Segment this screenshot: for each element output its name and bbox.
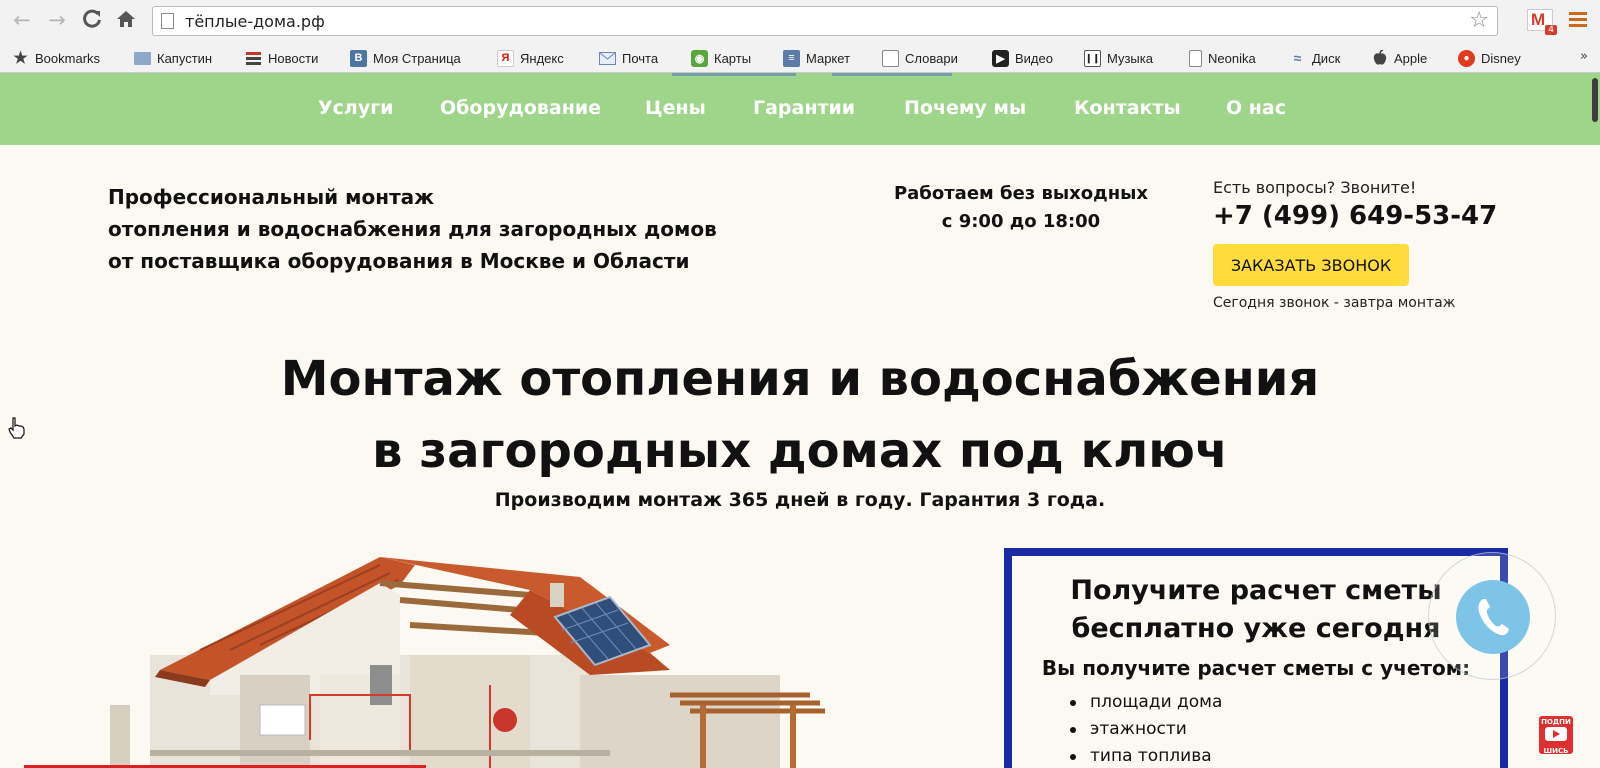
nav-tseny[interactable]: Цены: [645, 97, 706, 119]
estimate-criteria-list: площади дома этажности типа топлива: [1070, 689, 1222, 768]
call-widget-button[interactable]: [1428, 552, 1556, 680]
list-item: типа топлива: [1070, 743, 1222, 768]
page-icon: [1189, 49, 1202, 67]
bookmarks-bar: ★ Bookmarks Капустин Новости B Моя Стран…: [0, 42, 1600, 73]
nav-uslugi[interactable]: Услуги: [318, 97, 393, 119]
page-icon: [161, 13, 174, 29]
contact-question: Есть вопросы? Звоните!: [1213, 178, 1417, 197]
phone-icon: [1456, 580, 1530, 654]
bookmark-disney[interactable]: ● Disney: [1458, 48, 1521, 68]
mail-icon: [599, 50, 616, 67]
bookmark-bookmarks[interactable]: ★ Bookmarks: [12, 48, 100, 68]
gmail-unread-badge: 4: [1545, 25, 1557, 35]
bookmark-video[interactable]: ▶ Видео: [992, 48, 1053, 68]
folder-icon: [134, 51, 151, 65]
house-cutaway-illustration: [110, 555, 830, 768]
market-icon: ≡: [783, 49, 800, 67]
bookmark-slovari[interactable]: Словари: [882, 48, 958, 68]
bookmarks-overflow-chevron-icon[interactable]: »: [1580, 49, 1588, 64]
browser-menu-icon[interactable]: [1569, 12, 1587, 28]
bookmark-apple[interactable]: Apple: [1371, 48, 1427, 68]
callback-note: Сегодня звонок - завтра монтаж: [1213, 295, 1456, 311]
nav-indicator: [832, 73, 952, 76]
bookmark-novosti[interactable]: Новости: [245, 48, 318, 68]
bookmark-my-page[interactable]: B Моя Страница: [350, 48, 461, 68]
scrollbar-thumb[interactable]: [1592, 78, 1598, 122]
estimate-form: Получите расчет сметы бесплатно уже сего…: [1004, 548, 1508, 768]
estimate-lead: Вы получите расчет сметы с учетом:: [1041, 656, 1471, 680]
home-icon[interactable]: [114, 8, 138, 32]
browser-toolbar: ← → тёплые-дома.рф ☆ M 4: [0, 0, 1600, 42]
nav-garantii[interactable]: Гарантии: [753, 97, 855, 119]
dictionary-icon: [882, 49, 899, 67]
subscribe-badge[interactable]: ПОДПИ ШИСЬ: [1539, 716, 1573, 755]
bookmark-disk[interactable]: ≈ Диск: [1289, 48, 1341, 68]
site-nav: Услуги Оборудование Цены Гарантии Почему…: [0, 73, 1600, 145]
list-item: площади дома: [1070, 689, 1222, 716]
hero-title: Монтаж отопления и водоснабжения в загор…: [280, 351, 1320, 479]
bookmark-pochta[interactable]: Почта: [599, 48, 658, 68]
bookmark-market[interactable]: ≡ Маркет: [783, 48, 850, 68]
video-icon: ▶: [992, 49, 1009, 67]
apple-icon: [1371, 50, 1388, 67]
hand-cursor-icon: [8, 417, 26, 439]
order-callback-button[interactable]: ЗАКАЗАТЬ ЗВОНОК: [1213, 244, 1409, 286]
forward-arrow-icon[interactable]: →: [45, 8, 69, 32]
vk-icon: B: [350, 49, 367, 67]
nav-indicator: [672, 73, 796, 76]
maps-icon: ◉: [691, 49, 708, 67]
bookmark-yandex[interactable]: Я Яндекс: [497, 48, 564, 68]
contact-block: Есть вопросы? Звоните! +7 (499) 649-53-4…: [1213, 178, 1497, 231]
bookmark-muzyka[interactable]: ❙❙ Музыка: [1084, 48, 1153, 68]
disk-icon: ≈: [1293, 50, 1302, 66]
youtube-play-icon: [1545, 727, 1567, 741]
estimate-title: Получите расчет сметы бесплатно уже сего…: [1070, 575, 1442, 644]
nav-oborudovanie[interactable]: Оборудование: [440, 97, 601, 119]
gmail-icon[interactable]: M 4: [1527, 9, 1557, 35]
address-url[interactable]: тёплые-дома.рф: [185, 12, 325, 31]
reload-icon[interactable]: [80, 8, 104, 32]
nav-kontakty[interactable]: Контакты: [1074, 97, 1181, 119]
company-tagline: Профессиональный монтаж отопления и водо…: [108, 185, 717, 273]
bookmark-kapustin[interactable]: Капустин: [134, 48, 212, 68]
music-icon: ❙❙: [1084, 49, 1101, 67]
phone-number[interactable]: +7 (499) 649-53-47: [1213, 201, 1497, 231]
yandex-icon: Я: [497, 49, 514, 67]
disney-icon: ●: [1458, 49, 1475, 67]
bookmark-karty[interactable]: ◉ Карты: [691, 48, 751, 68]
list-item: этажности: [1070, 716, 1222, 743]
star-icon: ★: [13, 50, 28, 67]
working-hours: Работаем без выходных с 9:00 до 18:00: [893, 183, 1149, 232]
news-icon: [245, 50, 262, 67]
bookmark-neonika[interactable]: Neonika: [1189, 48, 1256, 68]
back-arrow-icon[interactable]: ←: [10, 8, 34, 32]
hero-subtitle: Производим монтаж 365 дней в году. Гаран…: [494, 489, 1106, 511]
nav-o-nas[interactable]: О нас: [1226, 97, 1286, 119]
address-bar[interactable]: тёплые-дома.рф ☆: [152, 6, 1498, 36]
bookmark-star-icon[interactable]: ☆: [1469, 9, 1489, 33]
nav-pochemu-my[interactable]: Почему мы: [904, 97, 1026, 119]
